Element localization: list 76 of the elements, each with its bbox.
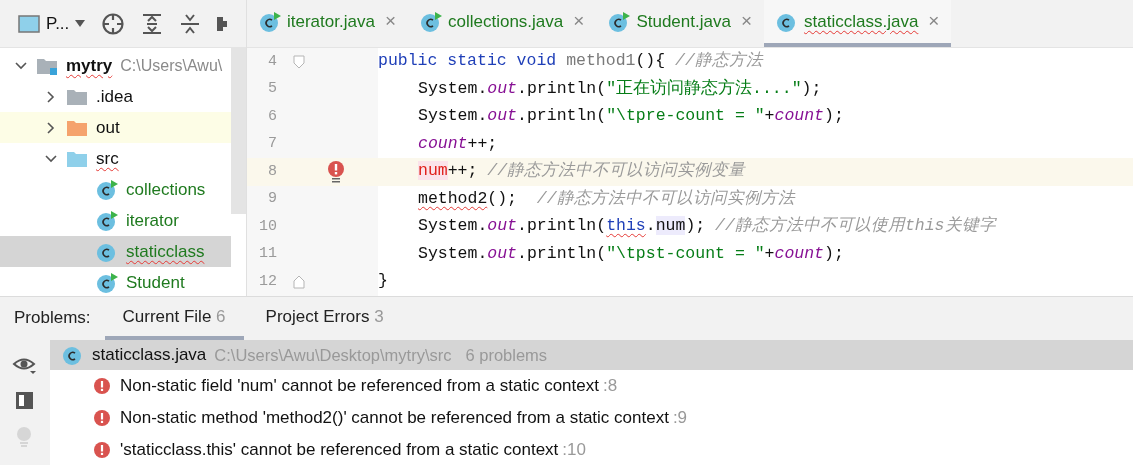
line-number: 5 bbox=[267, 79, 277, 99]
code-line: System.out.println("正在访问静态方法...."); bbox=[417, 77, 822, 100]
close-button[interactable]: × bbox=[740, 7, 752, 36]
tab-label: staticclass.java bbox=[804, 10, 919, 33]
fold-marker-icon[interactable] bbox=[293, 54, 305, 69]
panel-tab[interactable]: Project Errors 3 bbox=[247, 303, 402, 340]
tab-label: Student.java bbox=[636, 10, 731, 33]
error-bulb-icon[interactable] bbox=[327, 160, 345, 183]
tree-item[interactable]: iterator bbox=[0, 205, 231, 236]
code-line: num++; //静态方法中不可以访问实例变量 bbox=[417, 160, 746, 183]
tree-item-label: src bbox=[96, 147, 119, 170]
problem-item[interactable]: 'staticclass.this' cannot be referenced from a static context :10 bbox=[50, 434, 1133, 465]
expand-all-icon[interactable] bbox=[141, 12, 164, 35]
code-line: count++; bbox=[417, 132, 498, 155]
tree-item[interactable]: mytry C:\Users\Awu\ bbox=[0, 50, 231, 81]
editor-tab[interactable]: staticclass.java × bbox=[764, 0, 952, 47]
tree-item-label: out bbox=[96, 116, 120, 139]
class-icon bbox=[62, 344, 84, 366]
line-number: 6 bbox=[267, 106, 277, 127]
code-line: method2(); //静态方法中不可以访问实例方法 bbox=[417, 187, 795, 210]
problem-item[interactable]: Non-static method 'method2()' cannot be referenced from a static context :9 bbox=[50, 402, 1133, 434]
problem-message: 'staticclass.this' cannot be referenced from a static context bbox=[120, 439, 559, 462]
tree-item-label: iterator bbox=[126, 209, 179, 232]
window-icon bbox=[18, 14, 40, 33]
editor-tab[interactable]: iterator.java × bbox=[247, 0, 408, 47]
panel-title: Problems: bbox=[14, 306, 92, 329]
scrollbar[interactable] bbox=[231, 48, 246, 214]
tree-item[interactable]: collections bbox=[0, 174, 231, 205]
tree-item[interactable]: src bbox=[0, 143, 231, 174]
tree-item-label: collections bbox=[126, 178, 206, 201]
code-line: System.out.println("\tpst-count = "+count); bbox=[417, 242, 844, 265]
code-line: public static void method1(){ //静态方法 bbox=[378, 50, 763, 73]
file-path: C:\Users\Awu\Desktop\mytry\src bbox=[214, 344, 452, 366]
line-number: 4 bbox=[267, 51, 277, 72]
path-hint: C:\Users\Awu\ bbox=[120, 55, 223, 76]
caret-icon bbox=[75, 19, 86, 28]
tree-item-label: staticclass bbox=[126, 240, 205, 263]
line-number: 12 bbox=[258, 271, 277, 292]
fold-marker-icon[interactable] bbox=[293, 274, 305, 289]
close-button[interactable]: × bbox=[384, 7, 396, 36]
line-number: 8 bbox=[267, 161, 277, 182]
error-icon bbox=[94, 378, 110, 394]
line-number: 7 bbox=[267, 134, 277, 154]
line-number: 10 bbox=[258, 216, 277, 237]
tab-label: iterator.java bbox=[287, 10, 375, 33]
error-icon bbox=[94, 410, 110, 426]
tree-item[interactable]: staticclass bbox=[0, 236, 231, 267]
close-button[interactable]: × bbox=[928, 7, 940, 36]
tree-item[interactable]: out bbox=[0, 112, 231, 143]
tree-item-label: mytry bbox=[66, 54, 113, 77]
file-row[interactable]: staticclass.java C:\Users\Awu\Desktop\mytry\src 6 problems bbox=[50, 340, 1133, 370]
locate-icon[interactable] bbox=[101, 11, 126, 36]
code-line: System.out.println("\tpre-count = "+count); bbox=[417, 105, 844, 128]
file-name: staticclass.java bbox=[92, 344, 207, 367]
problem-message: Non-static field 'num' cannot be referenced from a static context bbox=[120, 375, 599, 398]
editor-tab[interactable]: Student.java × bbox=[596, 0, 764, 47]
problem-count: 6 problems bbox=[465, 344, 548, 366]
line-number: 9 bbox=[267, 189, 277, 209]
code-line: } bbox=[378, 270, 388, 293]
view-selector[interactable]: P... bbox=[18, 10, 86, 37]
tree-item-label: .idea bbox=[96, 85, 133, 108]
code-line: System.out.println(this.num); //静态方法中不可以使用this关键字 bbox=[417, 215, 996, 238]
collapse-all-icon[interactable] bbox=[179, 12, 202, 35]
editor-tab[interactable]: collections.java × bbox=[408, 0, 597, 47]
problem-item[interactable]: Non-static field 'num' cannot be referenced from a static context :8 bbox=[50, 370, 1133, 402]
tree-item[interactable]: .idea bbox=[0, 81, 231, 112]
line-reference: :9 bbox=[672, 407, 688, 430]
error-icon bbox=[94, 442, 110, 458]
line-reference: :8 bbox=[602, 375, 618, 398]
line-number: 11 bbox=[258, 244, 277, 264]
tree-item[interactable]: Student bbox=[0, 267, 231, 298]
close-button[interactable]: × bbox=[573, 7, 585, 36]
tab-label: collections.java bbox=[448, 10, 564, 33]
tree-item-label: Student bbox=[126, 271, 185, 294]
line-reference: :10 bbox=[562, 439, 586, 462]
problem-message: Non-static method 'method2()' cannot be referenced from a static context bbox=[120, 407, 669, 430]
